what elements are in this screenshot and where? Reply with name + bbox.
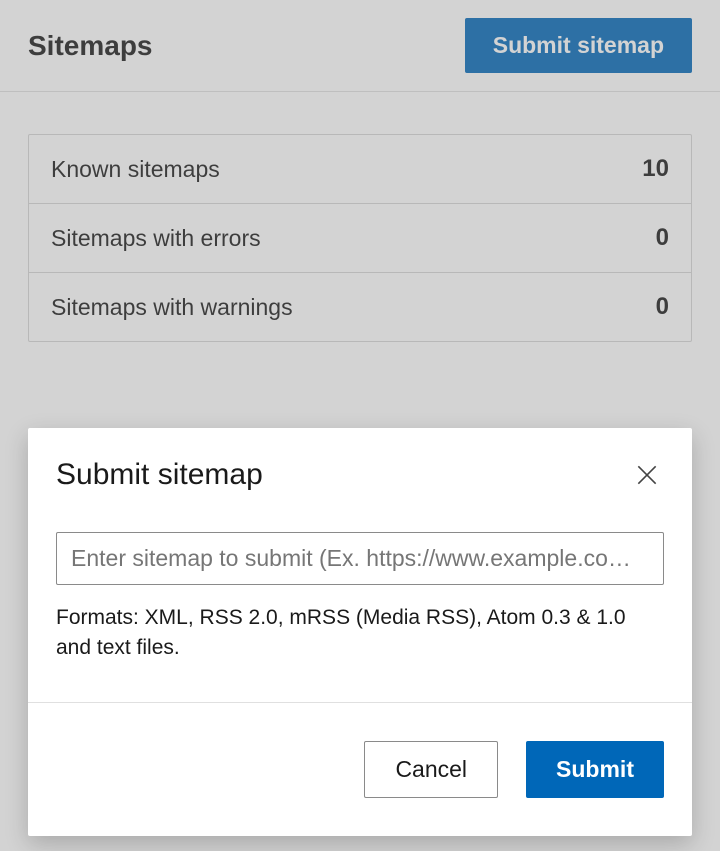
submit-button[interactable]: Submit (526, 741, 664, 798)
modal-overlay[interactable]: Submit sitemap Formats: XML, RSS 2.0, mR… (0, 0, 720, 851)
sitemap-url-input[interactable] (56, 532, 664, 585)
modal-footer: Cancel Submit (28, 702, 692, 836)
formats-help-text: Formats: XML, RSS 2.0, mRSS (Media RSS),… (56, 603, 664, 662)
modal-title: Submit sitemap (56, 458, 263, 492)
submit-sitemap-modal: Submit sitemap Formats: XML, RSS 2.0, mR… (28, 428, 692, 836)
cancel-button[interactable]: Cancel (364, 741, 498, 798)
close-button[interactable] (630, 458, 664, 492)
modal-body: Formats: XML, RSS 2.0, mRSS (Media RSS),… (28, 512, 692, 702)
close-icon (634, 462, 660, 488)
modal-header: Submit sitemap (28, 428, 692, 512)
